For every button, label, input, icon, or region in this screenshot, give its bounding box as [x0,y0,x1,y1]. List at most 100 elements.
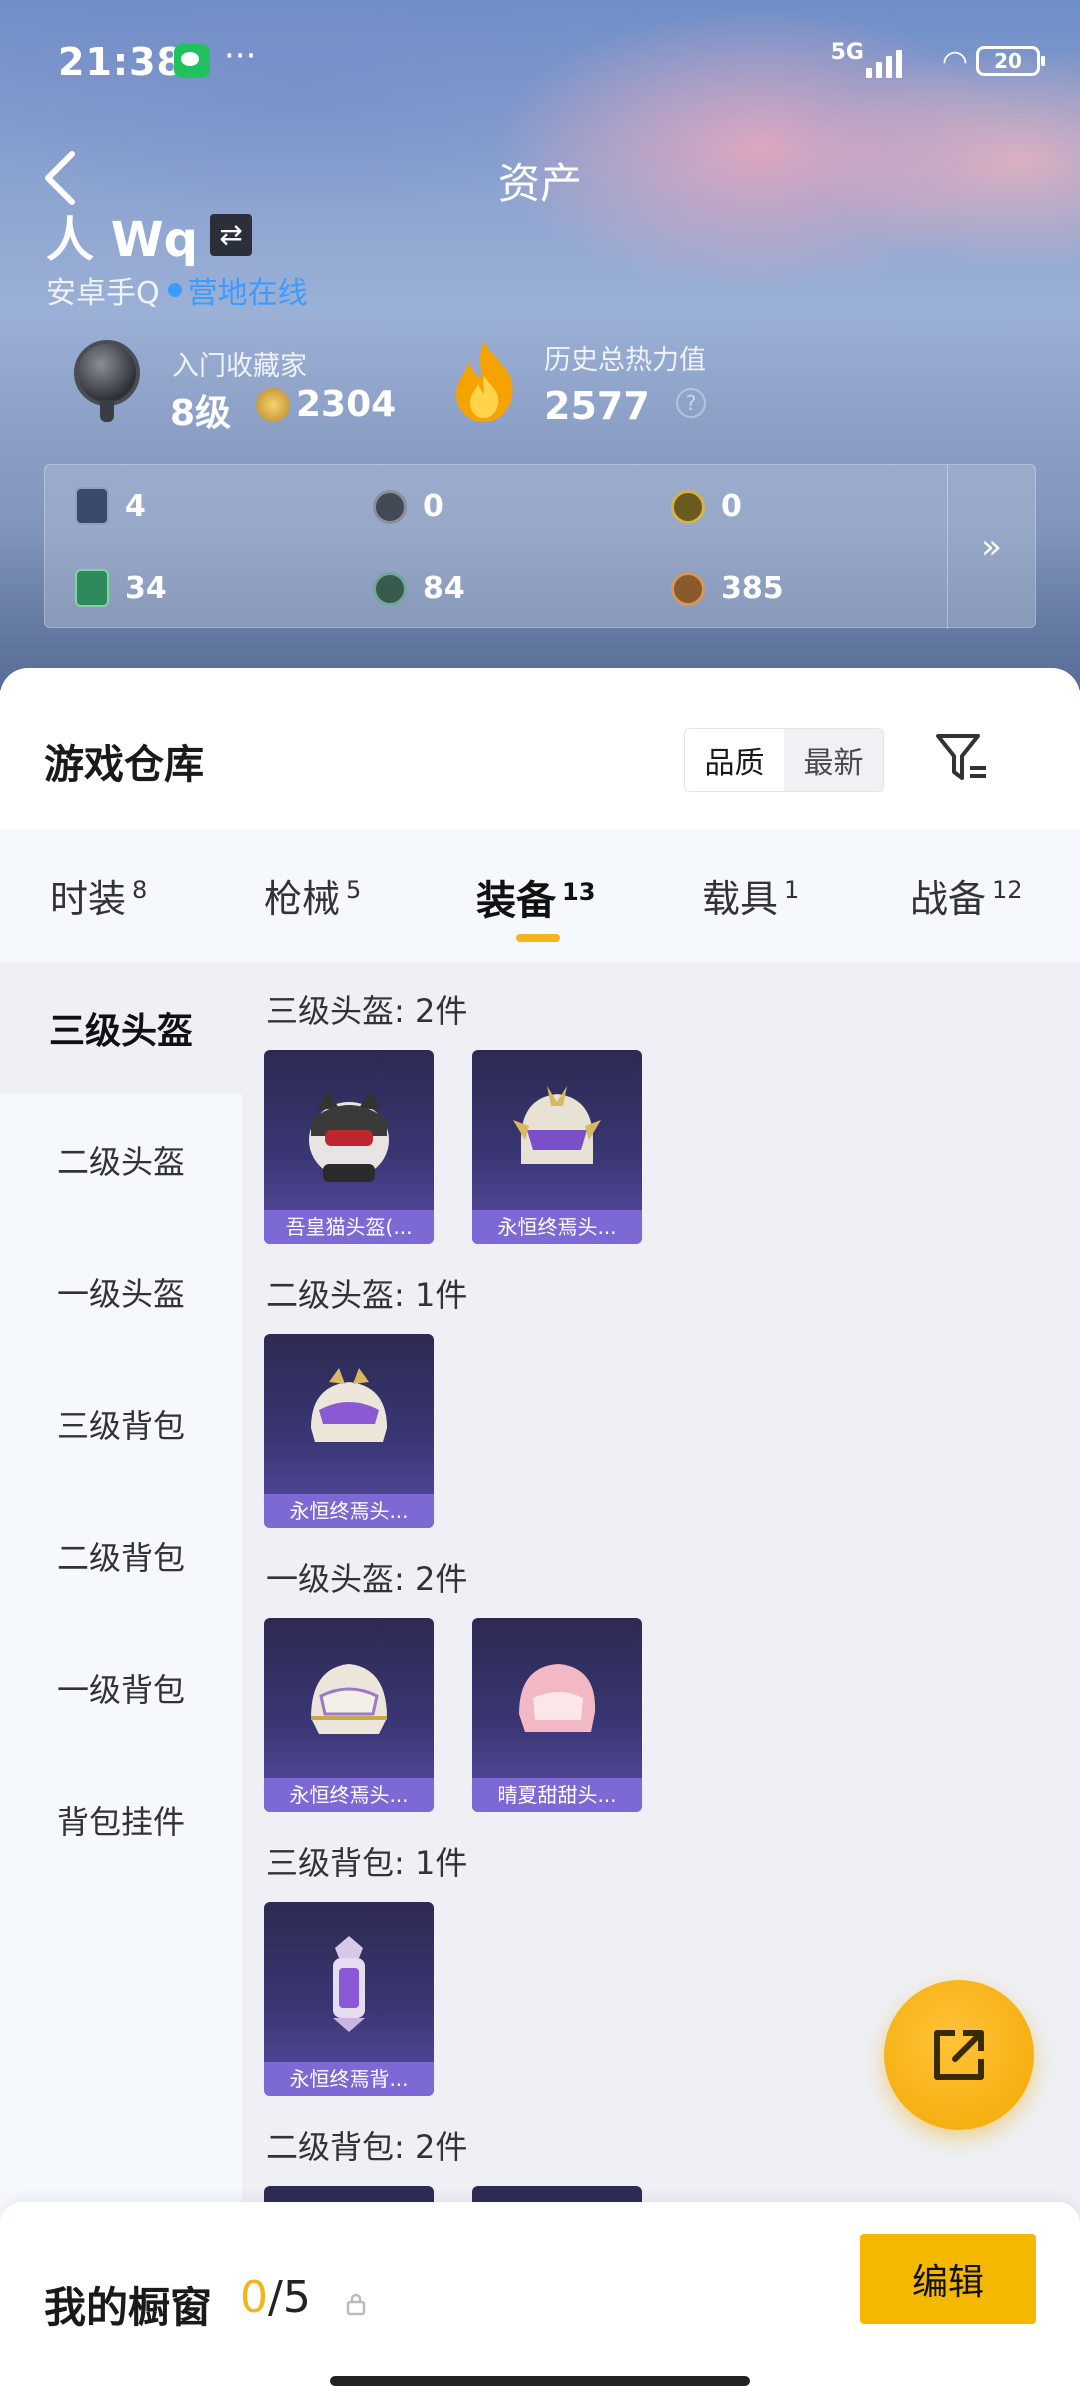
switch-account-icon[interactable]: ⇄ [210,214,253,256]
tab-label: 载具 [702,877,779,921]
sort-quality-button[interactable]: 品质 [685,729,784,791]
pink-helmet-icon [519,1664,596,1732]
item-name: 永恒终焉头... [289,1499,409,1523]
eternal-helmet-icon [311,1664,387,1734]
tab-count: 12 [992,876,1023,904]
item-card[interactable]: 永恒终焉背... [264,1902,434,2096]
resources-more-button[interactable]: » [947,465,1035,629]
status-time: 21:38 [58,40,184,84]
resource-value: 0 [721,489,742,524]
double-chevron-right-icon: » [981,527,1002,567]
tab-fashion[interactable]: 时装 8 [50,868,147,923]
sort-toggle: 品质 最新 [684,728,884,792]
account-row: 人 Wq ⇄ [46,200,253,270]
subcategory-sidebar: 三级头盔 二级头盔 一级头盔 三级背包 二级背包 一级背包 背包挂件 [0,962,242,2400]
sidebar-item-level1-backpack[interactable]: 一级背包 [0,1622,242,1754]
resource-panel[interactable]: 4 0 0 34 84 385 » [44,464,1036,629]
category-tabs: 时装 8 枪械 5 装备 13 载具 1 战备 12 [0,830,1080,962]
resource-item: 385 [671,571,784,606]
platform-row: 安卓手Q 营地在线 [46,268,308,312]
resource-item: 0 [373,489,444,524]
help-icon[interactable]: ? [676,388,706,418]
item-name: 永恒终焉背... [289,2067,409,2091]
tab-label: 战备 [910,877,987,921]
resource-item: 34 [75,569,167,607]
resource-value: 34 [125,570,167,606]
tab-weapons[interactable]: 枪械 5 [264,868,361,923]
item-card[interactable]: 永恒终焉头... [264,1618,434,1812]
platform-label: 安卓手Q [46,276,160,311]
username: 人 Wq [46,212,199,268]
tab-count: 5 [346,876,362,904]
item-name: 晴夏甜甜头... [497,1783,617,1807]
tab-count: 1 [784,876,800,904]
sidebar-item-backpack-charm[interactable]: 背包挂件 [0,1754,242,1886]
warehouse-sheet: 游戏仓库 品质 最新 时装 8 枪械 5 装备 13 载具 1 战备 12 三级头盔 二级… [0,668,1080,2400]
showcase-used: 0 [240,2272,268,2323]
resource-value: 385 [721,571,784,606]
collector-title: 入门收藏家 [172,351,307,382]
sidebar-item-level2-backpack[interactable]: 二级背包 [0,1490,242,1622]
section-title: 三级背包: 1件 [266,1844,468,1882]
wifi-icon: ◠ [941,44,968,79]
showcase-label: 我的橱窗 [44,2283,213,2332]
item-card[interactable]: 永恒终焉头... [264,1334,434,1528]
warehouse-title: 游戏仓库 [44,742,204,788]
filter-icon[interactable] [934,730,990,786]
edit-button[interactable]: 编辑 [860,2234,1036,2324]
sidebar-item-level2-helmet[interactable]: 二级头盔 [0,1094,242,1226]
card-icon [75,487,109,525]
external-link-icon [934,2030,984,2080]
collector-level: 8级 [170,393,232,434]
showcase-total: /5 [268,2272,311,2323]
resource-item: 0 [671,489,742,524]
green-card-icon [75,569,109,607]
tab-count: 13 [562,878,596,906]
lock-icon [346,2293,366,2316]
green-coin-icon [373,571,407,606]
eternal-backpack-icon [333,1936,365,2032]
heat-title: 历史总热力值 [544,345,706,376]
active-tab-indicator [516,934,560,942]
sidebar-item-level3-helmet[interactable]: 三级头盔 [0,962,242,1094]
collector-badge-icon [70,340,146,422]
item-card[interactable]: 永恒终焉头... [472,1050,642,1244]
sidebar-item-level3-backpack[interactable]: 三级背包 [0,1358,242,1490]
tab-equipment[interactable]: 装备 13 [476,868,595,926]
silver-coin-icon [373,489,407,524]
signal-icon [866,46,910,78]
item-card[interactable]: 吾皇猫头盔(... [264,1050,434,1244]
bronze-coin-icon [671,571,705,606]
tab-count: 8 [132,876,148,904]
tab-label: 时装 [50,877,127,921]
online-status: 营地在线 [187,276,308,311]
eternal-helmet-icon [311,1368,387,1442]
item-name: 永恒终焉头... [289,1783,409,1807]
resource-item: 4 [75,487,146,525]
section-title: 二级背包: 2件 [266,2128,468,2166]
resource-value: 84 [423,571,465,606]
showcase-bar: 我的橱窗 0/5 编辑 [0,2202,1080,2400]
resource-item: 84 [373,571,465,606]
sort-latest-button[interactable]: 最新 [784,729,883,791]
sidebar-item-level1-helmet[interactable]: 一级头盔 [0,1226,242,1358]
tab-battle-gear[interactable]: 战备 12 [910,868,1023,923]
network-type: 5G [830,40,864,65]
flame-icon [456,342,513,422]
item-name: 吾皇猫头盔(... [285,1215,413,1239]
section-title: 二级头盔: 1件 [266,1276,468,1314]
tab-label: 枪械 [264,877,341,921]
resource-value: 0 [423,489,444,524]
cat-helmet-icon [309,1090,389,1182]
item-card[interactable]: 晴夏甜甜头... [472,1618,642,1812]
eternal-helmet-icon [513,1086,601,1164]
showcase-count: 0/5 [240,2272,311,2323]
points-coin-icon [256,388,290,422]
tab-vehicles[interactable]: 载具 1 [702,868,799,923]
status-bar: 21:38 ··· 5G ◠ 20 [58,36,1045,88]
gold-coin-icon [671,489,705,524]
share-button[interactable] [884,1980,1034,2130]
tab-label: 装备 [476,878,556,924]
content-area: 三级头盔 二级头盔 一级头盔 三级背包 二级背包 一级背包 背包挂件 三级头盔:… [0,962,1080,2400]
item-name: 永恒终焉头... [497,1215,617,1239]
